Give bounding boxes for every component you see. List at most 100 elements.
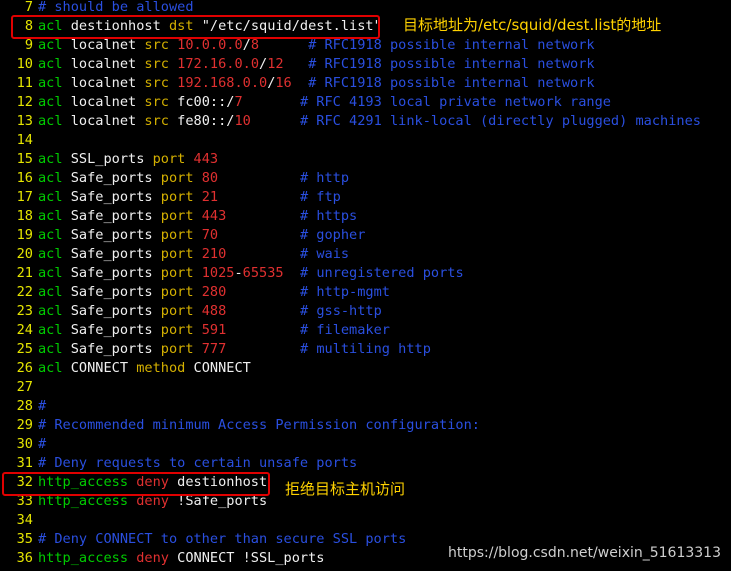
code-token: method xyxy=(136,360,186,376)
code-token: # unregistered ports xyxy=(299,265,464,281)
code-token: Safe_ports xyxy=(62,341,161,357)
code-token: acl xyxy=(38,322,63,338)
code-line: 10 acl localnet src 172.16.0.0/12 # RFC19… xyxy=(0,55,595,74)
code-line: 19 acl Safe_ports port 70 # gopher xyxy=(0,226,366,245)
code-token: Safe_ports xyxy=(62,189,161,205)
code-token: / xyxy=(259,56,268,72)
code-token: localnet xyxy=(62,75,145,91)
code-line: 30 # xyxy=(0,435,47,454)
code-token: deny xyxy=(136,550,169,566)
code-token: port xyxy=(152,151,186,167)
code-token: 488 xyxy=(201,303,227,319)
line-number: 30 xyxy=(16,436,33,452)
code-token: 210 xyxy=(201,246,227,262)
code-line: 16 acl Safe_ports port 80 # http xyxy=(0,169,349,188)
code-token: # ftp xyxy=(299,189,341,205)
line-number: 15 xyxy=(16,151,33,167)
code-token: Safe_ports xyxy=(62,303,161,319)
code-token: acl xyxy=(38,246,63,262)
code-line: 34 xyxy=(0,511,38,530)
code-line: 11 acl localnet src 192.168.0.0/16 # RFC1… xyxy=(0,74,595,93)
code-token: Safe_ports xyxy=(62,170,161,186)
code-token: 443 xyxy=(201,208,227,224)
code-token: 12 xyxy=(267,56,284,72)
code-token: port xyxy=(160,170,194,186)
line-number: 36 xyxy=(16,550,33,566)
code-token: # http-mgmt xyxy=(299,284,390,300)
code-token: acl xyxy=(38,284,63,300)
line-number: 10 xyxy=(16,56,33,72)
code-token: # multiling http xyxy=(299,341,431,357)
code-token: 172.16.0.0 xyxy=(177,56,259,72)
code-token: localnet xyxy=(62,37,145,53)
code-token: port xyxy=(160,322,194,338)
code-token: 777 xyxy=(201,341,227,357)
code-line: 27 xyxy=(0,378,38,397)
code-line: 25 acl Safe_ports port 777 # multiling ht… xyxy=(0,340,431,359)
code-line: 29 # Recommended minimum Access Permissio… xyxy=(0,416,480,435)
code-token: acl xyxy=(38,37,63,53)
code-token: SSL_ports xyxy=(62,151,153,167)
line-number: 20 xyxy=(16,246,33,262)
code-token: acl xyxy=(38,360,63,376)
code-line: 26 acl CONNECT method CONNECT xyxy=(0,359,251,378)
code-token: 10 xyxy=(234,113,251,129)
code-token: Safe_ports xyxy=(62,265,161,281)
code-token: - xyxy=(234,265,243,281)
line-number: 17 xyxy=(16,189,33,205)
line-number: 35 xyxy=(16,531,33,547)
annotation-deny-host: 拒绝目标主机访问 xyxy=(285,480,406,498)
code-token: # gopher xyxy=(299,227,366,243)
code-token: src xyxy=(144,37,169,53)
code-token: # Recommended minimum Access Permission … xyxy=(38,417,480,433)
code-token: acl xyxy=(38,75,63,91)
line-number: 29 xyxy=(16,417,33,433)
code-token: localnet xyxy=(62,113,145,129)
code-token: 280 xyxy=(201,284,227,300)
code-token: 10.0.0.0 xyxy=(177,37,243,53)
line-number: 24 xyxy=(16,322,33,338)
code-token: port xyxy=(160,246,194,262)
code-token: # RFC1918 possible internal network xyxy=(308,75,595,91)
line-number: 34 xyxy=(16,512,33,528)
code-line: 31 # Deny requests to certain unsafe port… xyxy=(0,454,358,473)
code-line: 18 acl Safe_ports port 443 # https xyxy=(0,207,358,226)
code-line: 17 acl Safe_ports port 21 # ftp xyxy=(0,188,341,207)
code-line: 20 acl Safe_ports port 210 # wais xyxy=(0,245,349,264)
watermark-url: https://blog.csdn.net/weixin_51613313 xyxy=(447,545,721,561)
code-token: fc00::/ xyxy=(168,94,235,110)
line-number: 18 xyxy=(16,208,33,224)
code-token: # RFC1918 possible internal network xyxy=(308,56,595,72)
code-token: src xyxy=(144,113,169,129)
code-line: 21 acl Safe_ports port 1025-65535 # unreg… xyxy=(0,264,464,283)
line-number: 13 xyxy=(16,113,33,129)
code-line: 13 acl localnet src fe80::/10 # RFC 4291 … xyxy=(0,112,701,131)
code-token: Safe_ports xyxy=(62,208,161,224)
line-number: 31 xyxy=(16,455,33,471)
line-number: 28 xyxy=(16,398,33,414)
code-token: CONNECT xyxy=(62,360,137,376)
code-token: src xyxy=(144,56,169,72)
code-token: CONNECT xyxy=(185,360,251,376)
code-token: Safe_ports xyxy=(62,246,161,262)
code-token: port xyxy=(160,227,194,243)
code-token: port xyxy=(160,284,194,300)
code-line: 23 acl Safe_ports port 488 # gss-http xyxy=(0,302,382,321)
code-token: # filemaker xyxy=(299,322,390,338)
code-token: localnet xyxy=(62,56,145,72)
code-token: # wais xyxy=(299,246,350,262)
